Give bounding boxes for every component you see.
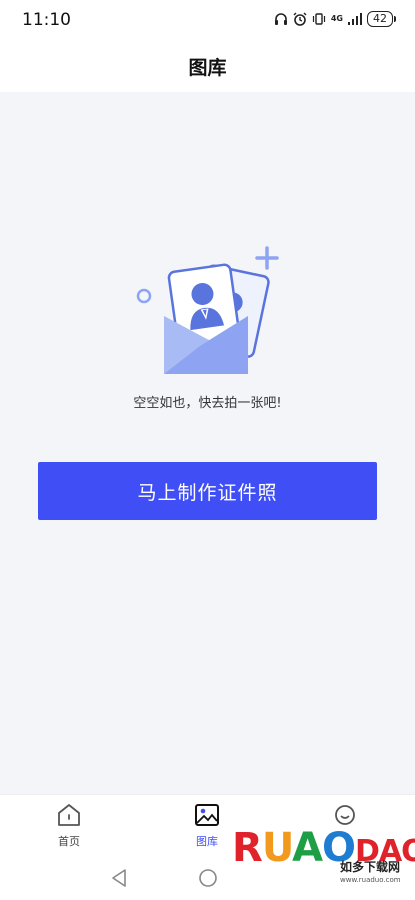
alarm-icon <box>293 12 307 26</box>
status-bar: 11:10 4G 42 <box>0 0 415 40</box>
photo-cards-envelope-icon <box>136 246 279 374</box>
headphones-icon <box>274 13 287 25</box>
gallery-content: 空空如也，快去拍一张吧! 马上制作证件照 <box>0 92 415 794</box>
network-type: 4G <box>330 14 343 23</box>
gallery-icon <box>195 804 219 826</box>
tab-home[interactable]: 首页 <box>29 801 109 853</box>
header: 图库 <box>0 40 415 92</box>
empty-state-message: 空空如也，快去拍一张吧! <box>133 396 282 411</box>
status-time: 11:10 <box>22 10 71 30</box>
watermark-logo: RUAODAO 如多下载网 www.ruaduo.com <box>232 826 415 896</box>
watermark-url: www.ruaduo.com <box>340 876 401 884</box>
home-circle-icon[interactable] <box>198 868 218 888</box>
create-id-photo-button[interactable]: 马上制作证件照 <box>38 462 377 520</box>
signal-icon <box>348 13 362 25</box>
watermark-chinese: 如多下载网 <box>340 860 401 874</box>
home-icon <box>58 804 80 826</box>
vibrate-icon <box>312 13 325 25</box>
page-title: 图库 <box>188 56 227 79</box>
battery-indicator: 42 <box>367 11 396 27</box>
tab-home-label: 首页 <box>58 835 80 848</box>
status-icons: 4G 42 <box>274 11 396 27</box>
back-triangle-icon[interactable] <box>110 868 128 888</box>
smile-icon <box>335 805 355 825</box>
